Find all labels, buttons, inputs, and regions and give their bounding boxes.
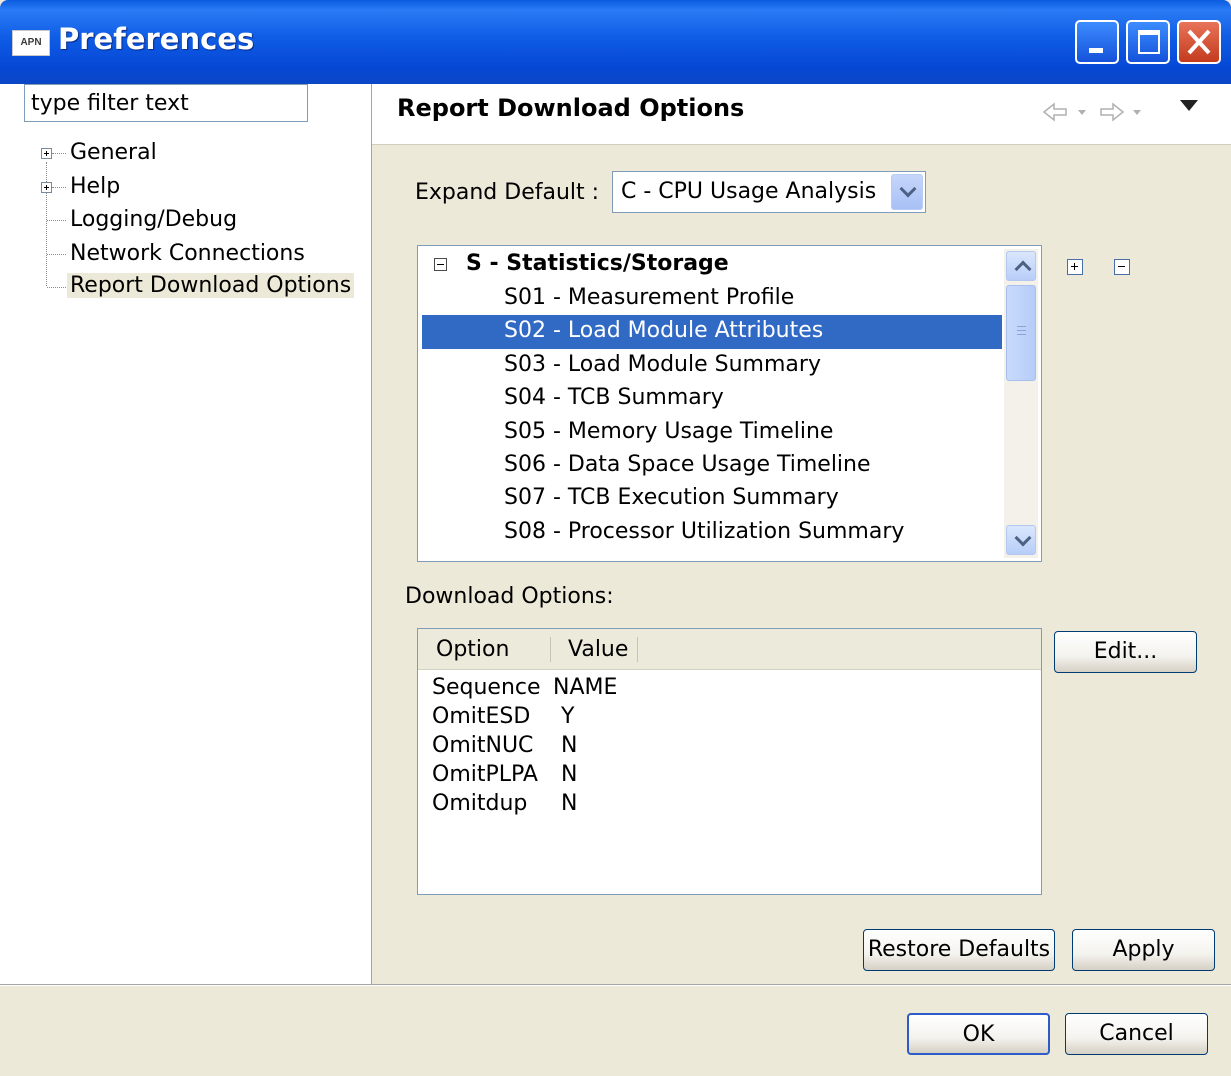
- report-item[interactable]: S05 - Memory Usage Timeline: [504, 419, 833, 444]
- apply-button[interactable]: Apply: [1072, 929, 1215, 971]
- expand-default-label: Expand Default :: [415, 180, 600, 205]
- value-cell: N: [561, 733, 578, 758]
- column-header-option[interactable]: Option: [436, 637, 509, 662]
- option-cell: OmitNUC: [432, 733, 534, 758]
- option-cell: OmitPLPA: [432, 762, 538, 787]
- value-cell: NAME: [553, 675, 618, 700]
- tree-connector: [47, 220, 66, 222]
- column-header-value[interactable]: Value: [568, 637, 628, 662]
- scroll-thumb[interactable]: [1006, 285, 1036, 381]
- collapse-icon[interactable]: [434, 258, 447, 271]
- report-group-header[interactable]: S - Statistics/Storage: [466, 251, 729, 276]
- title-bar[interactable]: APN Preferences: [0, 0, 1231, 84]
- table-header: Option Value: [418, 629, 1041, 670]
- expand-icon[interactable]: [41, 182, 52, 193]
- report-tree-list[interactable]: S - Statistics/Storage S01 - Measurement…: [417, 245, 1042, 562]
- chevron-down-icon: [1014, 529, 1032, 547]
- chevron-down-icon: [899, 180, 917, 198]
- edit-button[interactable]: Edit...: [1054, 631, 1197, 673]
- apply-label: Apply: [1112, 937, 1175, 962]
- window-title: Preferences: [58, 22, 255, 56]
- tree-connector: [47, 254, 66, 256]
- dropdown-button[interactable]: [891, 174, 923, 210]
- page-header: Report Download Options: [372, 84, 1231, 145]
- cancel-button[interactable]: Cancel: [1065, 1013, 1208, 1055]
- tree-item-label: General: [70, 140, 157, 165]
- tree-item-label: Report Download Options: [67, 273, 355, 298]
- tree-connector: [52, 187, 66, 189]
- grip-line: [1017, 334, 1026, 335]
- column-divider[interactable]: [550, 637, 551, 662]
- report-item[interactable]: S08 - Processor Utilization Summary: [504, 519, 904, 544]
- option-cell: Sequence: [432, 675, 541, 700]
- tree-item-label: Network Connections: [70, 241, 305, 266]
- forward-arrow-icon[interactable]: [1097, 101, 1157, 123]
- report-item[interactable]: S03 - Load Module Summary: [504, 352, 821, 377]
- report-item[interactable]: S07 - TCB Execution Summary: [504, 485, 839, 510]
- footer-separator-highlight: [0, 985, 1231, 986]
- expand-default-value: C - CPU Usage Analysis: [621, 179, 877, 204]
- ok-button[interactable]: OK: [907, 1013, 1050, 1055]
- column-divider[interactable]: [637, 637, 638, 662]
- option-cell: Omitdup: [432, 791, 528, 816]
- report-item[interactable]: S04 - TCB Summary: [504, 385, 724, 410]
- cancel-label: Cancel: [1099, 1021, 1174, 1046]
- tree-connector: [52, 153, 66, 155]
- option-cell: OmitESD: [432, 704, 531, 729]
- minimize-button[interactable]: [1075, 20, 1119, 64]
- expand-default-dropdown[interactable]: C - CPU Usage Analysis: [612, 171, 926, 213]
- close-icon: [1187, 29, 1211, 55]
- tree-connector: [46, 162, 48, 286]
- expand-all-button[interactable]: [1067, 259, 1083, 275]
- value-cell: N: [561, 762, 578, 787]
- back-arrow-icon[interactable]: [1042, 101, 1102, 123]
- report-list-scrollbar[interactable]: [1004, 249, 1038, 558]
- download-options-label: Download Options:: [405, 584, 614, 609]
- maximize-button[interactable]: [1126, 20, 1170, 64]
- preferences-tree-pane: General Help Logging/Debug Network Conne…: [0, 84, 372, 984]
- expand-all-icon: [1069, 261, 1081, 273]
- close-button[interactable]: [1177, 20, 1221, 64]
- value-cell: N: [561, 791, 578, 816]
- scroll-up-button[interactable]: [1006, 251, 1036, 281]
- tree-item-label: Help: [70, 174, 121, 199]
- restore-defaults-button[interactable]: Restore Defaults: [863, 929, 1055, 971]
- ok-label: OK: [962, 1022, 995, 1047]
- collapse-all-button[interactable]: [1114, 259, 1130, 275]
- restore-defaults-label: Restore Defaults: [867, 937, 1051, 962]
- collapse-all-icon: [1116, 261, 1128, 273]
- report-item[interactable]: S01 - Measurement Profile: [504, 285, 794, 310]
- dialog-body: General Help Logging/Debug Network Conne…: [0, 84, 1231, 1076]
- expand-icon[interactable]: [41, 148, 52, 159]
- grip-line: [1017, 326, 1026, 327]
- tree-connector: [47, 287, 66, 289]
- grip-line: [1017, 330, 1026, 331]
- chevron-up-icon: [1014, 260, 1032, 278]
- scroll-down-button[interactable]: [1006, 525, 1036, 555]
- filter-input[interactable]: [24, 84, 308, 122]
- value-cell: Y: [561, 704, 575, 729]
- tree-item-label: Logging/Debug: [70, 207, 238, 232]
- download-options-table[interactable]: Option Value Sequence NAME OmitESD Y Omi…: [417, 628, 1042, 895]
- edit-button-label: Edit...: [1093, 639, 1158, 664]
- page-title: Report Download Options: [397, 94, 745, 122]
- view-menu-icon[interactable]: [1180, 100, 1198, 111]
- report-item[interactable]: S06 - Data Space Usage Timeline: [504, 452, 871, 477]
- app-icon: APN: [12, 30, 50, 56]
- report-item-selected[interactable]: S02 - Load Module Attributes: [422, 315, 1002, 349]
